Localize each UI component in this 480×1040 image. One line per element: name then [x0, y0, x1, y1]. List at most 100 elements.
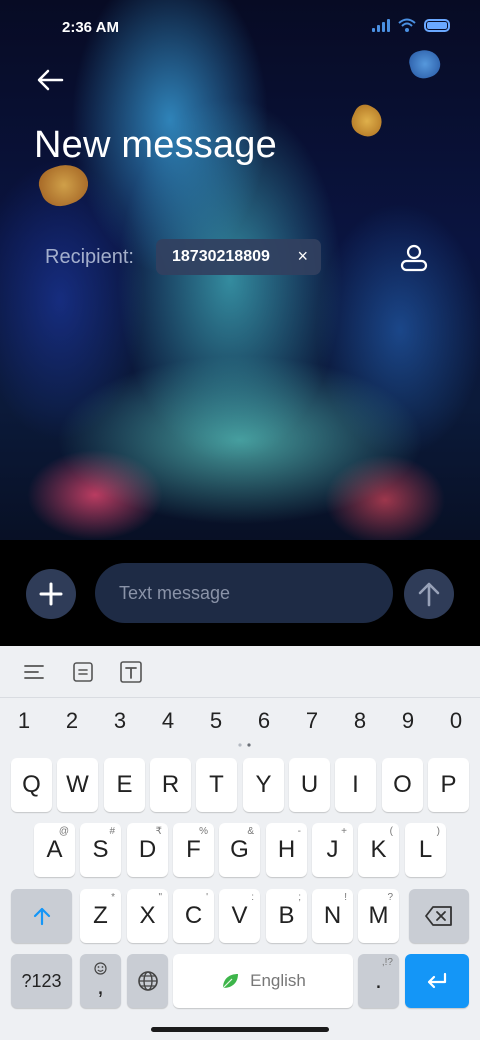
backspace-key[interactable]	[409, 889, 469, 943]
key-s[interactable]: # S	[80, 823, 121, 877]
cell-signal-icon	[372, 18, 390, 32]
key-label: A	[46, 836, 63, 863]
battery-icon	[424, 18, 450, 32]
key-z[interactable]: * Z	[80, 889, 121, 943]
key-label: C	[184, 902, 203, 929]
key-secondary: -	[297, 826, 301, 837]
symbols-key[interactable]: ?123	[11, 954, 72, 1008]
key-label: B	[278, 902, 295, 929]
number-key-0[interactable]: 0	[441, 708, 471, 734]
key-k[interactable]: (K	[358, 823, 399, 877]
number-key-9[interactable]: 9	[393, 708, 423, 734]
key-label: J	[326, 836, 339, 863]
number-key-4[interactable]: 4	[153, 708, 183, 734]
key-secondary: %	[199, 826, 208, 837]
key-label: R	[161, 771, 180, 798]
key-a[interactable]: @ A	[34, 823, 75, 877]
enter-key[interactable]	[405, 954, 469, 1008]
key-secondary: ?	[387, 892, 393, 903]
key-label: D	[138, 836, 157, 863]
key-f[interactable]: % F	[173, 823, 214, 877]
key-m[interactable]: ? M	[358, 889, 399, 943]
key-v[interactable]: :V	[219, 889, 260, 943]
number-key-2[interactable]: 2	[57, 708, 87, 734]
key-label: H	[277, 836, 296, 863]
key-secondary: &	[247, 826, 254, 837]
contact-picker-icon[interactable]	[398, 242, 430, 274]
key-label: Q	[22, 771, 41, 798]
key-secondary: :	[251, 892, 254, 903]
status-icons	[372, 18, 450, 32]
key-p[interactable]: P	[428, 758, 469, 812]
key-u[interactable]: U	[289, 758, 330, 812]
key-label: L	[418, 836, 433, 863]
key-i[interactable]: I	[335, 758, 376, 812]
keyboard-toolbar	[0, 646, 480, 698]
key-t[interactable]: T	[196, 758, 237, 812]
number-key-7[interactable]: 7	[297, 708, 327, 734]
number-key-3[interactable]: 3	[105, 708, 135, 734]
key-secondary: @	[58, 826, 69, 837]
key-g[interactable]: & G	[219, 823, 260, 877]
key-secondary: ;	[298, 892, 301, 903]
shift-key[interactable]	[11, 889, 72, 943]
key-label: T	[209, 771, 224, 798]
key-c[interactable]: ' C	[173, 889, 214, 943]
wifi-icon	[398, 18, 416, 32]
enter-icon	[427, 972, 447, 989]
text-align-icon[interactable]	[22, 660, 46, 684]
key-w[interactable]: W	[57, 758, 98, 812]
key-o[interactable]: O	[382, 758, 423, 812]
space-bar[interactable]: English	[173, 954, 353, 1008]
key-l[interactable]: ) L	[405, 823, 446, 877]
number-key-5[interactable]: 5	[201, 708, 231, 734]
key-secondary: )	[436, 826, 440, 837]
key-x[interactable]: " X	[127, 889, 168, 943]
key-label: ,	[97, 973, 104, 1000]
key-y[interactable]: Y	[243, 758, 284, 812]
back-arrow-icon[interactable]	[34, 64, 66, 96]
key-label: P	[440, 771, 457, 798]
key-label: F	[186, 836, 201, 863]
key-secondary: +	[341, 826, 347, 837]
page-title: New message	[34, 124, 277, 166]
add-attachment-button[interactable]	[26, 569, 76, 619]
leaf-icon	[222, 974, 239, 989]
emoji-comma-key[interactable]: ,	[80, 954, 121, 1008]
send-button[interactable]	[404, 569, 454, 619]
text-format-icon[interactable]	[119, 660, 143, 684]
language-key[interactable]	[127, 954, 168, 1008]
recipient-chip[interactable]: 18730218809 ×	[156, 239, 321, 275]
remove-recipient-icon[interactable]: ×	[297, 246, 308, 267]
key-h[interactable]: -H	[266, 823, 307, 877]
number-key-6[interactable]: 6	[249, 708, 279, 734]
key-secondary: "	[158, 892, 162, 903]
screen: 2:36 AM New message Recipient: 187302188…	[0, 0, 480, 1040]
key-label: Y	[255, 771, 272, 798]
key-q[interactable]: Q	[11, 758, 52, 812]
key-label: .	[375, 967, 382, 994]
key-label: V	[231, 902, 248, 929]
clipboard-icon[interactable]	[71, 660, 95, 684]
butterfly-decoration	[347, 101, 387, 141]
key-n[interactable]: ! N	[312, 889, 353, 943]
key-e[interactable]: E	[104, 758, 145, 812]
number-key-8[interactable]: 8	[345, 708, 375, 734]
message-input[interactable]	[95, 563, 393, 623]
home-indicator[interactable]	[151, 1027, 329, 1032]
key-label: N	[323, 902, 342, 929]
key-d[interactable]: ₹ D	[127, 823, 168, 877]
key-label: W	[66, 771, 89, 798]
number-key-1[interactable]: 1	[9, 708, 39, 734]
period-key[interactable]: ,!? .	[358, 954, 399, 1008]
key-b[interactable]: ; B	[266, 889, 307, 943]
recipient-label: Recipient:	[45, 246, 134, 268]
key-j[interactable]: + J	[312, 823, 353, 877]
shift-arrow-icon	[33, 907, 50, 926]
key-r[interactable]: R	[150, 758, 191, 812]
status-time: 2:36 AM	[62, 19, 119, 36]
key-label: X	[139, 902, 156, 929]
key-secondary: *	[111, 892, 115, 903]
key-label: E	[116, 771, 133, 798]
key-label: S	[92, 836, 109, 863]
